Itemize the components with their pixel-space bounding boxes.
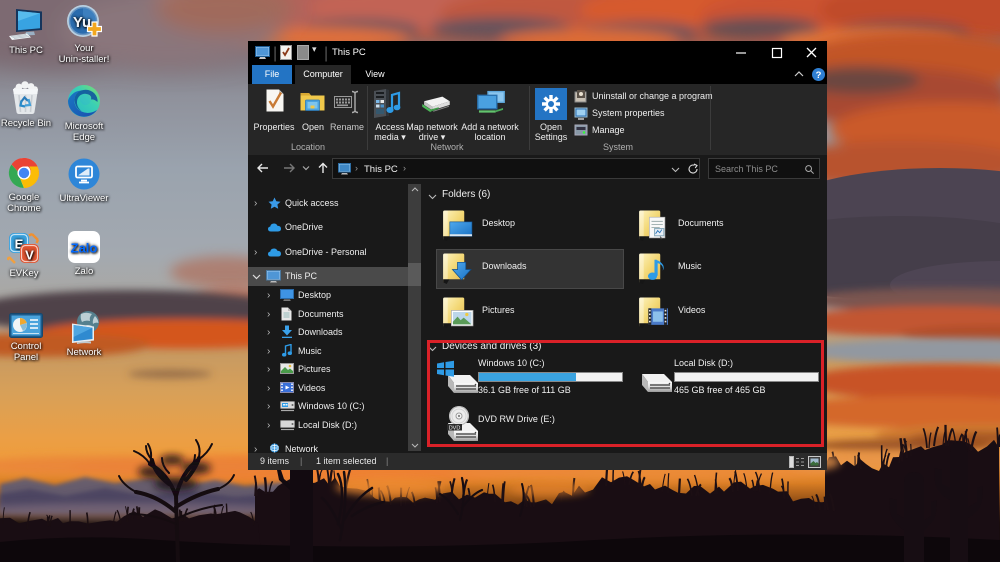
svg-text:Zalo: Zalo bbox=[71, 241, 98, 256]
svg-text:V: V bbox=[25, 248, 34, 263]
svg-text:?: ? bbox=[816, 70, 822, 81]
